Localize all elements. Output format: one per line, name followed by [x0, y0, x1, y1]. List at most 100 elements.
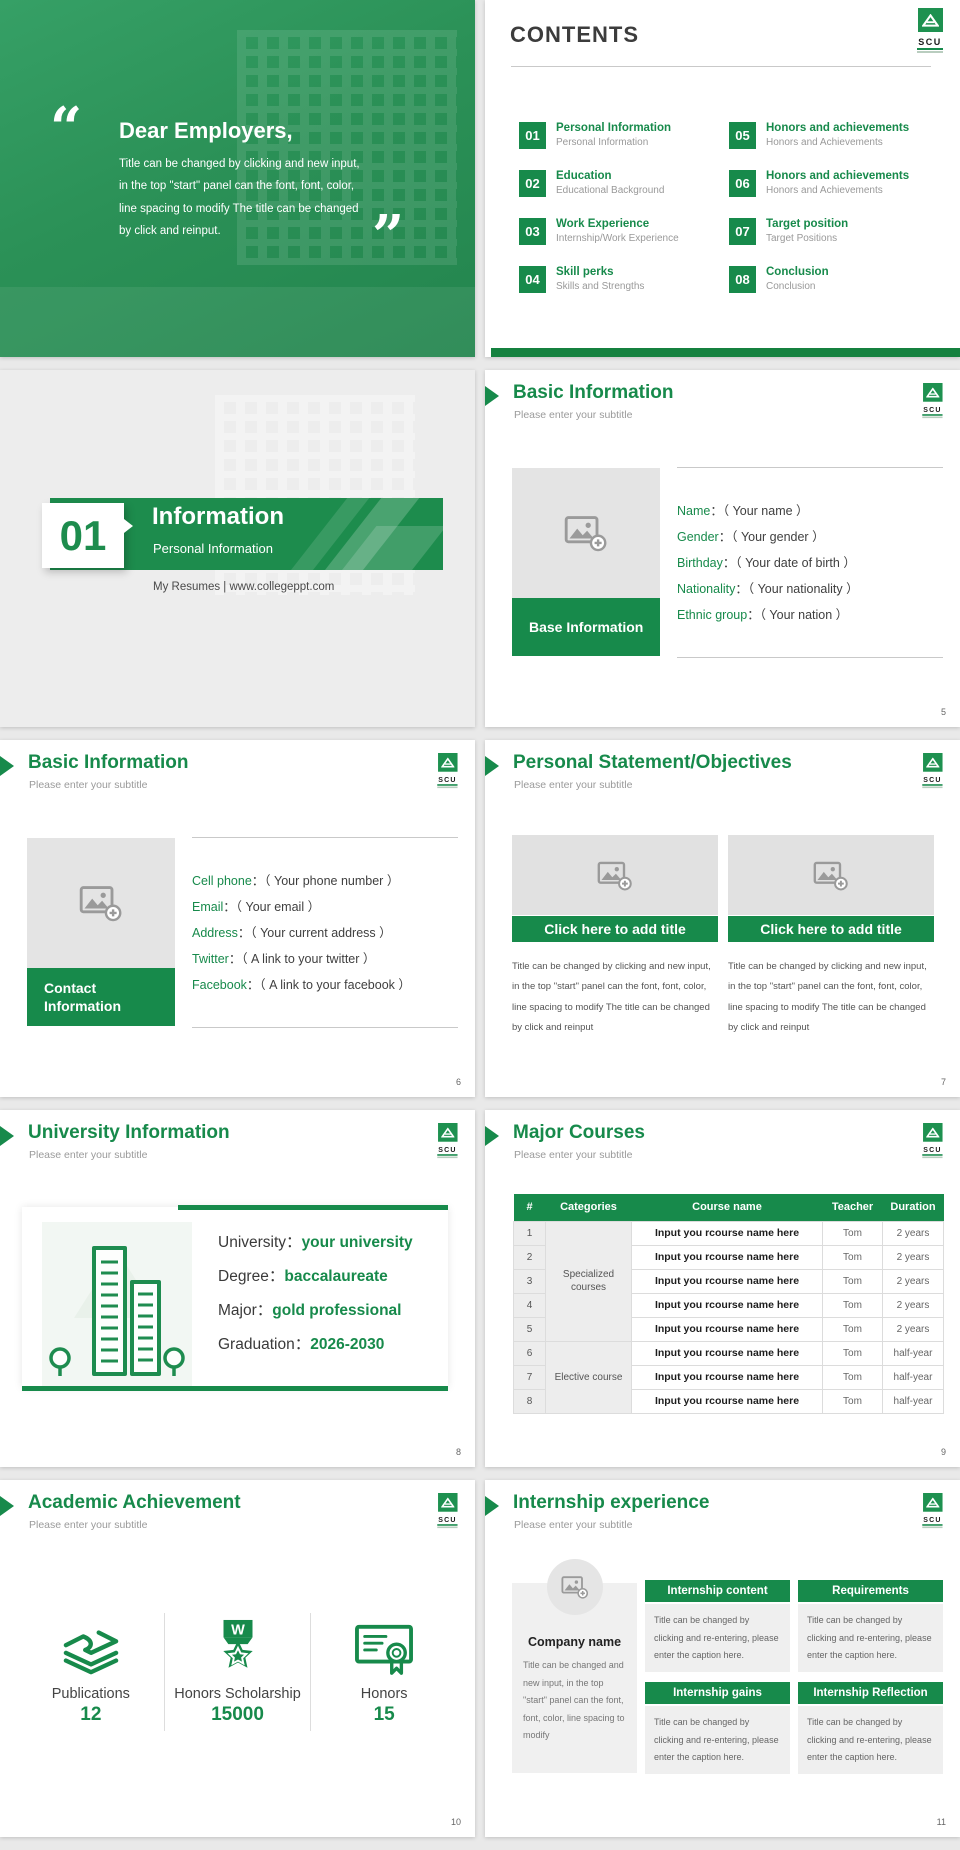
- stat-item: W Honors Scholarship 15000: [163, 1613, 312, 1731]
- detail-row: University：your university: [218, 1226, 413, 1260]
- honors-certificate-icon: [311, 1613, 457, 1677]
- info-label: Nationality: [677, 581, 736, 596]
- image-placeholder-icon: [813, 861, 848, 891]
- info-row: Facebook：（ A link to your facebook ）: [192, 972, 458, 998]
- slide-title: Internship experience: [513, 1492, 710, 1513]
- info-row: Address：（ Your current address ）: [192, 920, 458, 946]
- item-title: Personal Information: [556, 122, 672, 134]
- page-number: 7: [940, 1077, 946, 1087]
- table-header-row: # Categories Course name Teacher Duratio…: [513, 1194, 944, 1221]
- slide-subtitle: Please enter your subtitle: [29, 1519, 148, 1531]
- photo-label: Base Information: [512, 598, 660, 656]
- company-photo-placeholder[interactable]: [546, 1559, 603, 1615]
- contents-item[interactable]: 01 Personal Information Personal Informati…: [519, 122, 729, 149]
- item-subtitle: Internship/Work Experience: [556, 232, 679, 244]
- scu-logo-mark-icon: [437, 1123, 458, 1142]
- template-preview-page: “ Dear Employers, Title can be changed b…: [0, 0, 960, 1850]
- company-panel: Company name Title can be changed and ne…: [512, 1559, 637, 1773]
- contents-item[interactable]: 08 Conclusion Conclusion: [729, 266, 954, 293]
- slide-title: Academic Achievement: [28, 1492, 241, 1513]
- slide-internship-experience[interactable]: Internship experience Please enter your …: [485, 1480, 960, 1837]
- image-placeholder-icon: [79, 886, 122, 922]
- title-arrow-icon: [485, 386, 499, 406]
- duration-cell: 2 years: [882, 1220, 944, 1246]
- slide-subtitle: Please enter your subtitle: [514, 1519, 633, 1531]
- teacher-cell: Tom: [822, 1364, 883, 1390]
- add-title-button[interactable]: Click here to add title: [728, 916, 934, 942]
- course-name-cell: Input you rcourse name here: [631, 1292, 823, 1318]
- contents-item[interactable]: 03 Work Experience Internship/Work Experie…: [519, 218, 729, 245]
- publications-books-icon: [18, 1613, 164, 1677]
- col-header: Course name: [631, 1194, 823, 1221]
- contents-item[interactable]: 06 Honors and achievements Honors and Achi…: [729, 170, 954, 197]
- scu-logo: SCU: [432, 1493, 463, 1529]
- scu-logo-text: SCU: [437, 776, 458, 786]
- slide-major-courses[interactable]: Major Courses Please enter your subtitle…: [485, 1110, 960, 1467]
- item-subtitle: Target Positions: [766, 232, 838, 244]
- statement-card: Click here to add title Title can be cha…: [728, 835, 934, 1039]
- photo-placeholder[interactable]: [728, 835, 934, 915]
- contents-item[interactable]: 05 Honors and achievements Honors and Achi…: [729, 122, 954, 149]
- svg-text:W: W: [231, 1622, 245, 1638]
- university-detail-list: University：your university Degree：baccal…: [218, 1226, 413, 1362]
- contents-item[interactable]: 02 Education Educational Background: [519, 170, 729, 197]
- slide-cover[interactable]: “ Dear Employers, Title can be changed b…: [0, 0, 475, 357]
- teacher-cell: Tom: [822, 1340, 883, 1366]
- title-arrow-icon: [0, 756, 14, 776]
- scu-logo-caption: [922, 416, 943, 419]
- item-title: Conclusion: [766, 266, 829, 278]
- scu-logo-caption: [437, 786, 458, 789]
- colon: ：: [256, 1302, 273, 1319]
- item-subtitle: Conclusion: [766, 280, 816, 292]
- detail-row: Graduation：2026-2030: [218, 1328, 413, 1362]
- statement-card: Click here to add title Title can be cha…: [512, 835, 718, 1039]
- card-top-line: [178, 1205, 448, 1210]
- slide-university-information[interactable]: University Information Please enter your…: [0, 1110, 475, 1467]
- item-subtitle: Honors and Achievements: [766, 136, 883, 148]
- item-subtitle: Honors and Achievements: [766, 184, 883, 196]
- contents-item[interactable]: 07 Target position Target Positions: [729, 218, 954, 245]
- courses-table: # Categories Course name Teacher Duratio…: [513, 1194, 944, 1414]
- internship-block: Internship Reflection Title can be chang…: [798, 1682, 943, 1774]
- item-number-badge: 06: [729, 170, 756, 197]
- scu-logo-mark-icon: [922, 753, 943, 772]
- slide-contact-information[interactable]: Basic Information Please enter your subt…: [0, 740, 475, 1097]
- contents-item[interactable]: 04 Skill perks Skills and Strengths: [519, 266, 729, 293]
- section-title: Information: [152, 503, 284, 530]
- slide-personal-statement[interactable]: Personal Statement/Objectives Please ent…: [485, 740, 960, 1097]
- item-subtitle: Personal Information: [556, 136, 649, 148]
- slide-subtitle: Please enter your subtitle: [29, 779, 148, 791]
- photo-placeholder[interactable]: [512, 468, 660, 598]
- scu-logo-mark-icon: [437, 753, 458, 772]
- item-title: Work Experience: [556, 218, 650, 230]
- page-number: 9: [940, 1447, 946, 1457]
- colon: ：: [268, 1268, 285, 1285]
- slide-contents[interactable]: CONTENTS SCU 01 Personal Information Perso…: [485, 0, 960, 357]
- row-number: 7: [513, 1364, 546, 1390]
- photo-placeholder[interactable]: [27, 838, 175, 968]
- item-number-badge: 02: [519, 170, 546, 197]
- info-label: Cell phone: [192, 873, 252, 888]
- info-label: Address: [192, 925, 238, 940]
- col-header: Categories: [545, 1194, 632, 1221]
- slide-academic-achievement[interactable]: Academic Achievement Please enter your s…: [0, 1480, 475, 1837]
- contents-divider: [511, 66, 931, 67]
- page-number: 5: [940, 707, 946, 717]
- scu-logo-text: SCU: [437, 1146, 458, 1156]
- row-number: 2: [513, 1244, 546, 1270]
- info-row: Gender：（ Your gender ）: [677, 524, 943, 550]
- scu-logo-text: SCU: [922, 776, 943, 786]
- colon: ：: [246, 977, 260, 992]
- slide-base-information[interactable]: Basic Information Please enter your subt…: [485, 370, 960, 727]
- duration-cell: 2 years: [882, 1316, 944, 1342]
- item-number-badge: 01: [519, 122, 546, 149]
- scu-logo-caption: [917, 51, 943, 53]
- scu-logo-caption: [922, 1526, 943, 1529]
- info-value: （ Your current address ）: [250, 925, 392, 940]
- course-name-cell: Input you rcourse name here: [631, 1388, 823, 1414]
- slide-title: University Information: [28, 1122, 230, 1143]
- slide-section-01[interactable]: 01 Information Personal Information My R…: [0, 370, 475, 727]
- colon: ：: [237, 925, 251, 940]
- add-title-button[interactable]: Click here to add title: [512, 916, 718, 942]
- photo-placeholder[interactable]: [512, 835, 718, 915]
